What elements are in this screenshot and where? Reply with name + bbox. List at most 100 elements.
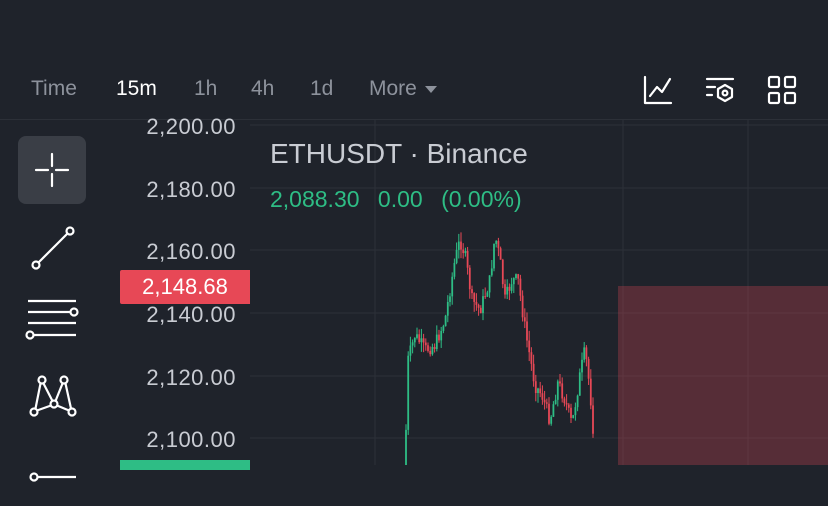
candle-body xyxy=(576,395,579,408)
candle-body xyxy=(495,240,498,244)
candle-body xyxy=(444,315,447,327)
price-quote: 2,088.30 0.00 (0.00%) xyxy=(270,186,534,213)
candle-body xyxy=(534,381,537,394)
candle-body xyxy=(548,403,550,424)
price-label: 2,100.00 xyxy=(146,427,236,452)
candle-body xyxy=(451,276,454,297)
candle-body xyxy=(578,372,581,396)
candle-body xyxy=(409,345,412,356)
candle-body xyxy=(431,346,434,355)
candle-body xyxy=(493,243,495,269)
candle-body xyxy=(506,286,509,295)
price-axis: 2,200.00 2,180.00 2,160.00 2,140.00 2,12… xyxy=(104,114,250,470)
timeframe-toolbar: Time 15m 1h 4h 1d More xyxy=(0,62,828,118)
candle-body xyxy=(521,295,524,318)
more-timeframes-button[interactable]: More xyxy=(369,77,437,101)
price-label: 2,200.00 xyxy=(146,114,236,139)
candle-body xyxy=(519,278,522,296)
candle-body xyxy=(552,404,555,417)
candle-body xyxy=(543,399,546,403)
price-change: 0.00 xyxy=(377,186,423,212)
candle-body xyxy=(438,334,440,341)
last-price-badge xyxy=(120,460,250,470)
price-label: 2,120.00 xyxy=(146,365,236,390)
price-change-percent: (0.00%) xyxy=(441,186,522,212)
candle-body xyxy=(545,402,548,404)
candle-body xyxy=(581,359,583,373)
horizontal-lines-icon xyxy=(25,299,79,340)
candle-body xyxy=(563,398,566,404)
candle-body xyxy=(405,429,407,465)
candle-body xyxy=(583,347,586,360)
candle-body xyxy=(501,259,504,285)
candle-body xyxy=(530,352,533,364)
candle-body xyxy=(473,293,476,302)
candle-body xyxy=(462,249,465,254)
candle-body xyxy=(420,338,423,343)
trendline-icon xyxy=(31,226,75,270)
candle-body xyxy=(416,334,418,338)
timeframe-1h[interactable]: 1h xyxy=(194,77,217,101)
candle-body xyxy=(554,399,557,405)
trendline-tool[interactable] xyxy=(18,212,86,280)
symbol-title: ETHUSDT · Binance xyxy=(270,138,528,169)
candle-body xyxy=(517,274,520,279)
candle-body xyxy=(526,321,528,341)
pattern-icon xyxy=(29,375,77,417)
candle-body xyxy=(429,350,432,355)
timeframe-15m[interactable]: 15m xyxy=(116,77,157,101)
candle-body xyxy=(587,359,590,379)
ruler-tool[interactable] xyxy=(18,438,86,506)
candle-body xyxy=(407,355,410,430)
candle-body xyxy=(537,388,539,394)
candle-body xyxy=(449,296,451,302)
ruler-icon xyxy=(29,472,76,482)
candle-body xyxy=(592,405,594,434)
crosshair-tool[interactable] xyxy=(18,136,86,204)
last-price: 2,088.30 xyxy=(270,186,360,212)
candle-body xyxy=(482,296,484,314)
candle-body xyxy=(446,301,449,316)
candle-body xyxy=(504,284,506,295)
candle-body xyxy=(550,416,553,424)
candle-body xyxy=(424,342,427,346)
candle-body xyxy=(589,378,592,406)
candle-body xyxy=(479,307,482,314)
current-price-badge: 2,148.68 xyxy=(120,270,250,304)
caret-down-icon xyxy=(424,85,437,93)
price-label: 2,140.00 xyxy=(146,302,236,327)
candle-body xyxy=(468,267,471,290)
candle-body xyxy=(486,292,489,297)
candle-body xyxy=(539,388,542,394)
candles xyxy=(405,232,594,465)
candlestick-chart[interactable]: ETHUSDT · Binance 2,088.30 0.00 (0.00%) xyxy=(250,120,828,465)
candle-body xyxy=(442,326,445,331)
timeframe-time[interactable]: Time xyxy=(31,77,77,101)
candle-body xyxy=(435,334,438,350)
candle-body xyxy=(477,304,480,308)
candle-body xyxy=(488,275,491,293)
candle-body xyxy=(440,330,443,341)
candlestick-canvas[interactable] xyxy=(250,120,828,465)
candle-body xyxy=(490,268,493,276)
candle-body xyxy=(508,286,511,291)
chart-settings-icon[interactable] xyxy=(704,74,736,106)
candle-body xyxy=(541,393,544,400)
pattern-tool[interactable] xyxy=(18,362,86,430)
price-label: 2,160.00 xyxy=(146,239,236,264)
candle-body xyxy=(484,296,487,298)
layout-grid-icon[interactable] xyxy=(766,74,798,106)
candle-body xyxy=(418,334,421,343)
horizontal-lines-tool[interactable] xyxy=(18,287,86,355)
timeframe-4h[interactable]: 4h xyxy=(251,77,274,101)
candle-body xyxy=(570,407,572,418)
candle-body xyxy=(497,240,500,249)
candle-body xyxy=(499,248,502,260)
candle-body xyxy=(512,278,515,285)
candle-body xyxy=(411,342,414,346)
timeframe-1d[interactable]: 1d xyxy=(310,77,333,101)
indicators-icon[interactable] xyxy=(642,74,674,106)
candle-body xyxy=(523,317,526,322)
candle-body xyxy=(574,407,577,416)
candle-body xyxy=(515,274,517,279)
